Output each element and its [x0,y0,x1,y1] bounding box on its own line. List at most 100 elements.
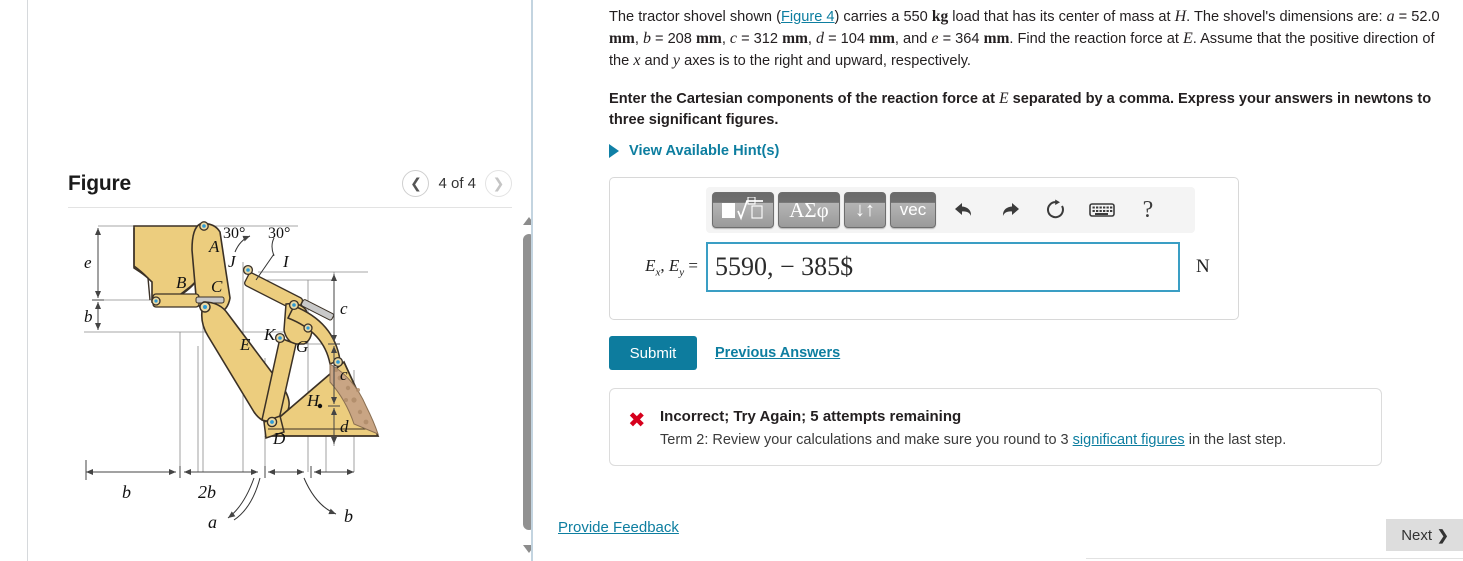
label-Ex: E [645,255,656,275]
view-hints-toggle[interactable]: View Available Hint(s) [609,143,779,159]
redo-arrow-icon[interactable] [992,192,1028,228]
answer-entry-box: ΑΣφ ↓↑ vec ? Ex, Ey = 5590, − 385$ N [609,177,1239,320]
unit-mm-1: mm [609,30,635,47]
figure-prev-button[interactable]: ❮ [402,170,430,197]
dim-label-b-bottom1: b [122,482,131,502]
help-button[interactable]: ? [1130,192,1166,228]
point-label-G: G [296,337,308,356]
value-d: = 104 [824,31,870,47]
symbol-d: d [816,30,825,47]
answer-unit-label: N [1196,256,1210,277]
sub-superscript-button[interactable]: ↓↑ [844,192,886,228]
significant-figures-link[interactable]: significant figures [1073,432,1185,448]
answer-row: Ex, Ey = 5590, − 385$ N [610,240,1240,294]
feedback-title: Incorrect; Try Again; 5 attempts remaini… [660,408,962,425]
greek-symbols-button[interactable]: ΑΣφ [778,192,840,228]
answer-input[interactable]: 5590, − 385$ [706,242,1180,292]
label-Ey: E [668,255,680,275]
tractor-shovel-diagram: e b 30° 30° A B C D E G H I J K c c d b … [68,210,512,558]
figure-pager: ❮ 4 of 4 ❯ [402,170,512,197]
view-hints-label: View Available Hint(s) [629,143,780,159]
point-label-J: J [228,252,237,271]
problem-line3-mid: and [640,53,673,69]
red-x-icon: ✖ [628,408,646,432]
symbol-a: a [1386,8,1395,25]
symbol-y: y [672,52,681,69]
problem-line3-tail: axes is to the right and upward, respect… [680,53,971,69]
problem-text-2: ) carries a 550 [834,9,932,25]
symbol-e: e [931,30,939,47]
unit-mm-3: mm [782,30,808,47]
dim-label-c-bottom: c [340,365,348,384]
feedback-detail-post: in the last step. [1184,432,1287,448]
figure-next-button[interactable]: ❯ [485,170,512,197]
sqrt-template-button[interactable] [712,192,774,228]
provide-feedback-link[interactable]: Provide Feedback [558,519,679,536]
point-label-A: A [208,237,220,256]
dim-label-a: a [208,512,217,532]
point-label-H: H [306,391,321,410]
dim-label-c-top: c [340,299,348,318]
problem-line2-pre: are: [1357,9,1387,25]
figure-pager-label: 4 of 4 [438,175,476,192]
sep-1: , [634,31,643,47]
label-equals: = [684,255,698,275]
problem-text-1: The tractor shovel shown ( [609,9,781,25]
figure-title: Figure [68,171,131,195]
submit-button[interactable]: Submit [609,336,697,370]
value-b: = 208 [650,31,696,47]
symbol-c: c [729,30,738,47]
unit-mm-4: mm [869,30,895,47]
problem-tail-2: . Assume [1192,31,1253,47]
dim-label-d: d [340,417,349,436]
answer-field-label: Ex, Ey = [610,256,706,278]
point-label-C: C [211,277,223,296]
chevron-right-icon: ❯ [1437,526,1449,543]
sep-3: , [807,31,817,47]
refresh-circular-arrow-icon[interactable] [1038,192,1074,228]
sep-4: , and [894,31,932,47]
point-label-I: I [282,252,290,271]
symbol-b: b [642,30,651,47]
figure-4-link[interactable]: Figure 4 [781,9,835,25]
feedback-detail-pre: Term 2: Review your calculations and mak… [660,432,1073,448]
point-label-E: E [239,335,251,354]
point-label-D: D [272,429,286,448]
label-comma: , [660,255,669,275]
bottom-divider [1086,558,1463,559]
problem-text-3: load that has its center of mass at [948,9,1175,25]
problem-text-4: . The shovel's dimensions [1186,9,1354,25]
next-button-label: Next [1401,526,1433,544]
next-button[interactable]: Next ❯ [1386,519,1463,551]
symbol-H: H [1174,8,1187,25]
instruction-part1: Enter the Cartesian components of the re… [609,91,1000,107]
tractor-shovel-svg: e b 30° 30° A B C D E G H I J K c c d b … [84,221,380,532]
answer-instruction: Enter the Cartesian components of the re… [609,88,1451,131]
sqrt-icon [722,197,763,221]
dim-label-2b: 2b [198,482,216,502]
page-root: Figure ❮ 4 of 4 ❯ e b 30° 30° A B C D E … [0,0,1463,561]
keyboard-icon[interactable] [1084,192,1120,228]
unit-kg: kg [931,8,949,25]
dim-label-b-bottom2: b [344,506,353,526]
dim-label-e: e [84,253,92,272]
sep-2: , [721,31,730,47]
value-c: = 312 [737,31,783,47]
previous-answers-link[interactable]: Previous Answers [715,345,840,361]
content-panel: The tractor shovel shown (Figure 4) carr… [533,0,1463,561]
instruction-part2: separated by a comma. Express your answe… [1008,91,1351,107]
point-label-K: K [263,325,277,344]
angle-label-30-right: 30° [268,225,290,242]
feedback-box: ✖ Incorrect; Try Again; 5 attempts remai… [609,388,1382,466]
angle-label-30-left: 30° [223,225,245,242]
feedback-detail: Term 2: Review your calculations and mak… [660,432,1286,448]
undo-arrow-icon[interactable] [946,192,982,228]
figure-image-container: e b 30° 30° A B C D E G H I J K c c d b … [68,210,512,558]
instruction-symbol-E: E [999,90,1009,107]
triangle-right-icon [609,144,619,158]
figure-panel: Figure ❮ 4 of 4 ❯ e b 30° 30° A B C D E … [0,0,538,561]
value-a: = 52.0 [1394,9,1440,25]
vector-button[interactable]: vec [890,192,936,228]
unit-mm-5: mm [983,30,1010,47]
math-toolbar: ΑΣφ ↓↑ vec ? [706,187,1195,233]
